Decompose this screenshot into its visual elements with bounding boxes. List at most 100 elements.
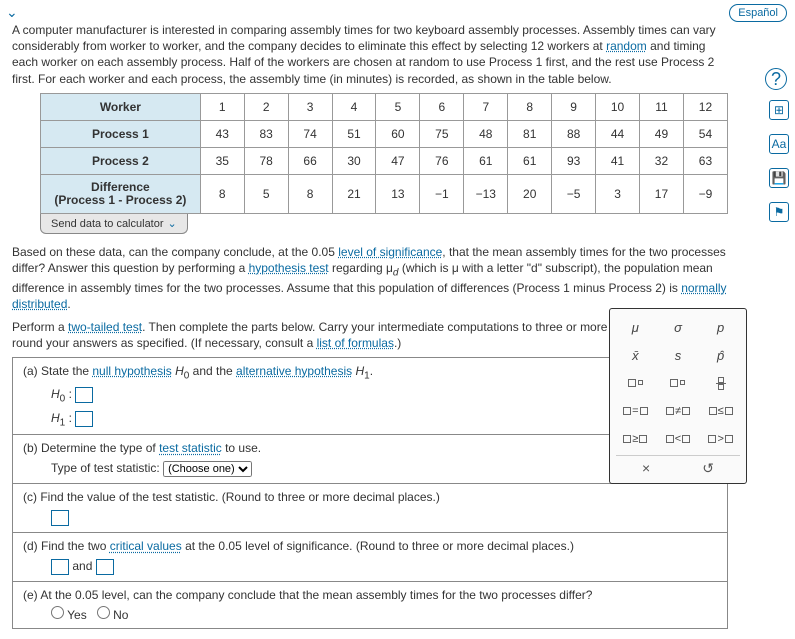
alternative-hypothesis-link[interactable]: alternative hypothesis: [236, 364, 352, 378]
col-header: 2: [244, 93, 288, 120]
palette-neq[interactable]: ≠: [659, 399, 698, 423]
cell: 54: [683, 120, 727, 147]
cell: 60: [376, 120, 420, 147]
cell: 3: [596, 174, 640, 213]
palette-mu[interactable]: μ: [616, 315, 655, 339]
b-t2: to use.: [222, 441, 261, 455]
p3-t1: Perform a: [12, 320, 68, 334]
row-label: Process 2: [41, 147, 201, 174]
p2-t3: regarding μ: [329, 261, 393, 275]
two-tailed-test-link[interactable]: two-tailed test: [68, 320, 142, 334]
palette-p[interactable]: p: [701, 315, 740, 339]
palette-geq[interactable]: ≥: [616, 427, 655, 451]
part-d: (d) Find the two critical values at the …: [13, 532, 727, 581]
a-t1: (a) State the: [23, 364, 92, 378]
palette-leq[interactable]: ≤: [701, 399, 740, 423]
cell: 66: [288, 147, 332, 174]
cell: 32: [640, 147, 684, 174]
palette-equals[interactable]: =: [616, 399, 655, 423]
palette-fraction[interactable]: [701, 371, 740, 395]
b-t1: (b) Determine the type of: [23, 441, 159, 455]
palette-sigma[interactable]: σ: [659, 315, 698, 339]
col-header: 6: [420, 93, 464, 120]
table-row: Process 2 35 78 66 30 47 76 61 61 93 41 …: [41, 147, 728, 174]
level-of-significance-link[interactable]: level of significance: [338, 245, 442, 259]
a-end: .: [370, 364, 373, 378]
h1-input[interactable]: [75, 411, 93, 427]
flag-icon[interactable]: ⚑: [769, 202, 789, 222]
p2-t1: Based on these data, can the company con…: [12, 245, 338, 259]
cell: 74: [288, 120, 332, 147]
critical-value-1-input[interactable]: [51, 559, 69, 575]
critical-values-link[interactable]: critical values: [110, 539, 182, 553]
col-header: 7: [464, 93, 508, 120]
part-c-text: (c) Find the value of the test statistic…: [23, 490, 440, 504]
table-row: Difference (Process 1 - Process 2) 8 5 8…: [41, 174, 728, 213]
no-option[interactable]: No: [97, 608, 129, 622]
col-header: 12: [683, 93, 727, 120]
cell: 35: [200, 147, 244, 174]
language-button[interactable]: Español: [729, 4, 787, 22]
test-statistic-link[interactable]: test statistic: [159, 441, 222, 455]
palette-reset-button[interactable]: ↺: [702, 460, 714, 477]
cell: 47: [376, 147, 420, 174]
yes-radio[interactable]: [51, 606, 64, 619]
null-hypothesis-link[interactable]: null hypothesis: [92, 364, 171, 378]
yes-label: Yes: [67, 608, 87, 622]
side-toolbar: ⊞ Aa 💾 ⚑: [769, 100, 789, 222]
h1-colon: :: [65, 411, 72, 425]
test-statistic-select[interactable]: (Choose one): [163, 461, 252, 477]
palette-phat[interactable]: p̂: [701, 343, 740, 367]
keyboard-icon[interactable]: Aa: [769, 134, 789, 154]
a-and: and the: [189, 364, 236, 378]
cell: 81: [508, 120, 552, 147]
critical-value-2-input[interactable]: [96, 559, 114, 575]
part-e: (e) At the 0.05 level, can the company c…: [13, 581, 727, 628]
palette-xbar[interactable]: x̄: [616, 343, 655, 367]
palette-clear-button[interactable]: ×: [642, 460, 650, 477]
p2-t5: .: [67, 297, 70, 311]
type-label: Type of test statistic:: [51, 461, 160, 475]
part-a-text: (a) State the null hypothesis H0 and the…: [23, 364, 373, 381]
palette-lt[interactable]: <: [659, 427, 698, 451]
part-b-text: (b) Determine the type of test statistic…: [23, 441, 261, 455]
cell: 48: [464, 120, 508, 147]
palette-gt[interactable]: >: [701, 427, 740, 451]
col-header: 8: [508, 93, 552, 120]
test-statistic-input[interactable]: [51, 510, 69, 526]
part-c: (c) Find the value of the test statistic…: [13, 483, 727, 532]
col-header: 1: [200, 93, 244, 120]
part-d-text: (d) Find the two critical values at the …: [23, 539, 574, 553]
hypothesis-test-link[interactable]: hypothesis test: [249, 261, 329, 275]
palette-s[interactable]: s: [659, 343, 698, 367]
random-link[interactable]: random: [606, 39, 647, 53]
send-data-button[interactable]: Send data to calculator⌄: [40, 214, 188, 234]
problem-intro: A computer manufacturer is interested in…: [12, 22, 728, 87]
h0-input[interactable]: [75, 387, 93, 403]
collapse-chevron[interactable]: ⌄: [6, 4, 18, 21]
yes-option[interactable]: Yes: [51, 608, 87, 622]
cell: 83: [244, 120, 288, 147]
p3-t3: .): [394, 336, 401, 350]
cell: −13: [464, 174, 508, 213]
list-of-formulas-link[interactable]: list of formulas: [317, 336, 394, 350]
help-button[interactable]: ?: [765, 68, 787, 90]
cell: 8: [200, 174, 244, 213]
cell: 41: [596, 147, 640, 174]
palette-subscript[interactable]: [659, 371, 698, 395]
dropdown-caret-icon: ⌄: [168, 218, 177, 230]
cell: 17: [640, 174, 684, 213]
cell: −9: [683, 174, 727, 213]
col-header: 10: [596, 93, 640, 120]
palette-exponent[interactable]: [616, 371, 655, 395]
part-e-text: (e) At the 0.05 level, can the company c…: [23, 588, 592, 602]
calculator-icon[interactable]: ⊞: [769, 100, 789, 120]
save-icon[interactable]: 💾: [769, 168, 789, 188]
and-text: and: [72, 560, 95, 574]
cell: −1: [420, 174, 464, 213]
cell: 5: [244, 174, 288, 213]
table-header: Worker: [41, 93, 201, 120]
no-radio[interactable]: [97, 606, 110, 619]
cell: 43: [200, 120, 244, 147]
h0-colon: :: [65, 388, 72, 402]
